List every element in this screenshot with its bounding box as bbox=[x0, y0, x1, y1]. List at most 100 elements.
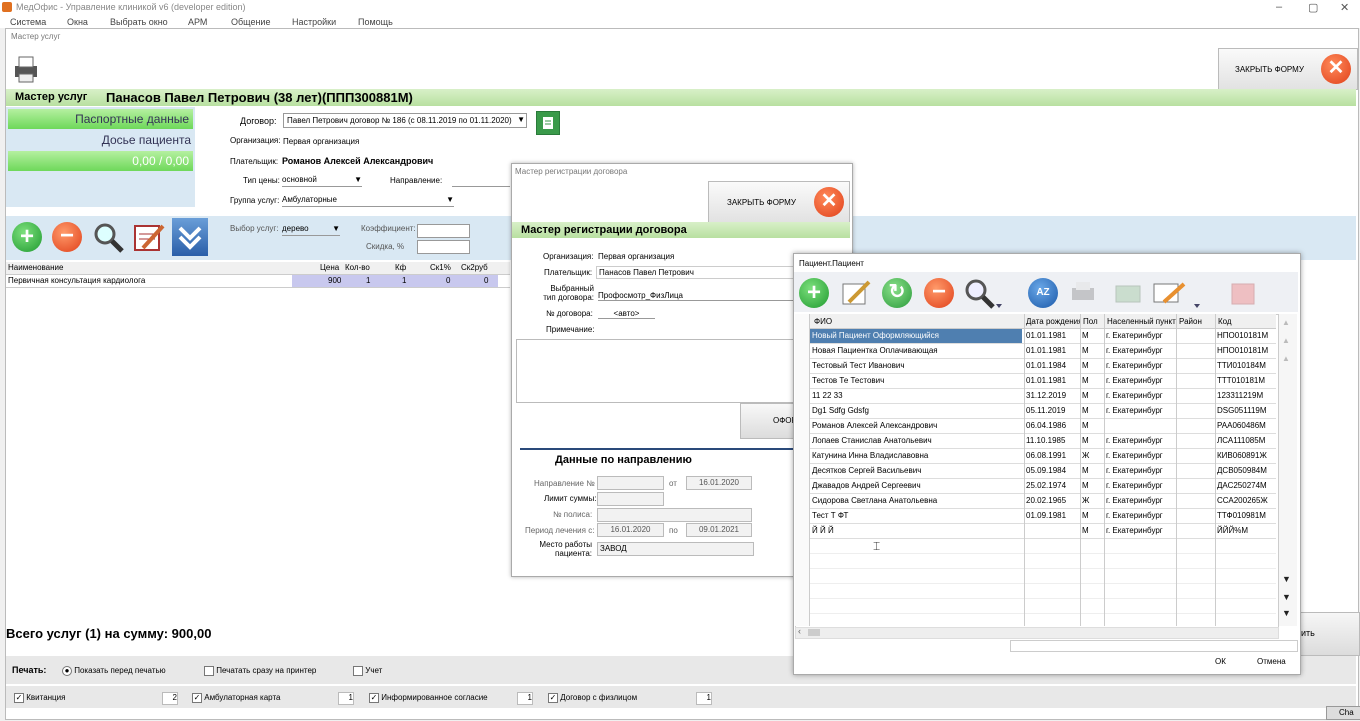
doc-contract[interactable]: ✓ Договор с физлицом bbox=[548, 693, 637, 703]
menu-item-system[interactable]: Система bbox=[10, 17, 46, 27]
menu-item-windows[interactable]: Окна bbox=[67, 17, 88, 27]
patient-row[interactable]: Тестовый Тест Иванович 01.01.1984 Мг. Екат… bbox=[810, 359, 1276, 374]
contract-issue-button[interactable]: ОФОР bbox=[740, 403, 798, 439]
scroll-bottom-icon[interactable]: ▼ bbox=[1282, 608, 1291, 618]
contract-number-field[interactable]: <авто> bbox=[598, 309, 655, 319]
policy-field[interactable] bbox=[597, 508, 752, 522]
chat-corner-tab[interactable]: Cha bbox=[1326, 706, 1360, 720]
passport-data-button[interactable]: Паспортные данные bbox=[8, 109, 193, 129]
table-row[interactable]: Первичная консультация кардиолога 900 1 … bbox=[6, 275, 510, 288]
edit-icon[interactable] bbox=[839, 276, 873, 310]
col-code[interactable]: Код bbox=[1218, 317, 1232, 326]
delete-patient-button[interactable]: − bbox=[924, 278, 954, 308]
patient-row[interactable]: Десятков Сергей Васильевич 05.09.1984 Мг. … bbox=[810, 464, 1276, 479]
maximize-icon[interactable]: ▢ bbox=[1308, 1, 1318, 14]
menu-item-help[interactable]: Помощь bbox=[358, 17, 393, 27]
show-before-print-option[interactable]: ● Показать перед печатью bbox=[62, 666, 166, 676]
add-patient-button[interactable]: + bbox=[799, 278, 829, 308]
add-service-button[interactable]: + bbox=[12, 222, 42, 252]
menu-item-settings[interactable]: Настройки bbox=[292, 17, 336, 27]
accounting-option[interactable]: Учет bbox=[353, 666, 382, 676]
dir-date-field[interactable]: 16.01.2020 bbox=[686, 476, 752, 490]
patient-row[interactable]: Романов Алексей Александрович 06.04.1986 М… bbox=[810, 419, 1276, 434]
ok-button[interactable]: ОК bbox=[1215, 657, 1226, 666]
col-district[interactable]: Район bbox=[1179, 317, 1202, 326]
doc-outpatient-card-count[interactable]: 1 bbox=[338, 692, 354, 705]
doc-informed-consent-count[interactable]: 1 bbox=[517, 692, 533, 705]
scroll-down-icon[interactable]: ▼ bbox=[1282, 574, 1291, 584]
service-choice-select[interactable]: дерево ▼ bbox=[282, 224, 340, 236]
menu-item-select-window[interactable]: Выбрать окно bbox=[110, 17, 168, 27]
contract-dialog-header: Мастер регистрации договора bbox=[521, 224, 687, 236]
patient-cell-sex: М bbox=[1082, 526, 1089, 535]
col-sex[interactable]: Пол bbox=[1083, 317, 1098, 326]
contract-close-form-button[interactable]: ЗАКРЫТЬ ФОРМУ ✕ bbox=[708, 181, 850, 223]
patient-cell-sex: М bbox=[1082, 466, 1089, 475]
patient-row[interactable]: Катунина Инна Владиславовна 06.08.1991 Жг.… bbox=[810, 449, 1276, 464]
print-directly-option[interactable]: Печатать сразу на принтер bbox=[204, 666, 316, 676]
row-disc1: 0 bbox=[446, 276, 451, 285]
cancel-button[interactable]: Отмена bbox=[1257, 657, 1286, 666]
scroll-up-icon[interactable]: ▲ bbox=[1282, 354, 1290, 363]
doc-receipt-count[interactable]: 2 bbox=[162, 692, 178, 705]
coefficient-input[interactable] bbox=[417, 224, 470, 238]
patient-cell-birthdate bbox=[1024, 524, 1078, 538]
printer-icon[interactable] bbox=[11, 54, 41, 84]
direction-field[interactable] bbox=[452, 186, 510, 187]
contract-note-textarea[interactable] bbox=[516, 339, 796, 403]
patient-row[interactable]: Джавадов Андрей Сергеевич 25.02.1974 Мг. Е… bbox=[810, 479, 1276, 494]
sort-az-icon[interactable]: AZ bbox=[1028, 278, 1058, 308]
contract-type-select[interactable]: Профосмотр_ФизЛица bbox=[598, 291, 796, 301]
doc-outpatient-card[interactable]: ✓ Амбулаторная карта bbox=[192, 693, 280, 703]
menu-item-arm[interactable]: АРМ bbox=[188, 17, 207, 27]
service-group-select[interactable]: Амбулаторные ▼ bbox=[282, 195, 454, 207]
horizontal-scrollbar[interactable]: ‹ bbox=[795, 626, 1279, 639]
patient-row[interactable]: 11 22 33 31.12.2019 Мг. Екатеринбург 123311… bbox=[810, 389, 1276, 404]
discount-input[interactable] bbox=[417, 240, 470, 254]
patient-cell-birthdate: 01.01.1984 bbox=[1026, 361, 1067, 370]
patient-row[interactable]: Сидорова Светлана Анатольевна 20.02.1965 Ж… bbox=[810, 494, 1276, 509]
refresh-icon[interactable]: ↻ bbox=[882, 278, 912, 308]
menu-item-chat[interactable]: Общение bbox=[231, 17, 270, 27]
doc-contract-count[interactable]: 1 bbox=[696, 692, 712, 705]
patient-cell-district bbox=[1176, 434, 1213, 448]
search-icon[interactable] bbox=[91, 220, 125, 254]
col-birthdate[interactable]: Дата рождения bbox=[1026, 317, 1080, 326]
scroll-left-icon[interactable]: ‹ bbox=[798, 626, 801, 636]
patient-row[interactable]: Й Й Й Мг. Екатеринбург ЙЙЙ%М bbox=[810, 524, 1276, 539]
edit-document-icon[interactable] bbox=[131, 220, 167, 254]
doc-receipt[interactable]: ✓ Квитанция bbox=[14, 693, 65, 703]
patient-row[interactable]: Новая Пациентка Оплачивающая 01.01.1981 Мг… bbox=[810, 344, 1276, 359]
search-icon[interactable] bbox=[962, 276, 1002, 310]
dir-no-field[interactable] bbox=[597, 476, 664, 490]
close-icon[interactable]: ✕ bbox=[1340, 1, 1349, 14]
col-fio[interactable]: ФИО bbox=[814, 317, 832, 326]
minimize-icon[interactable]: – bbox=[1276, 1, 1282, 13]
remove-service-button[interactable]: − bbox=[52, 222, 82, 252]
col-city[interactable]: Населенный пункт bbox=[1107, 317, 1176, 326]
patient-row[interactable]: Лопаев Станислав Анатольевич 11.10.1985 Мг… bbox=[810, 434, 1276, 449]
scroll-page-up-icon[interactable]: ▲ bbox=[1282, 336, 1290, 345]
close-form-button[interactable]: ЗАКРЫТЬ ФОРМУ ✕ bbox=[1218, 48, 1358, 90]
price-type-select[interactable]: основной ▼ bbox=[282, 175, 362, 187]
patient-dossier-link[interactable]: Досье пациента bbox=[102, 133, 191, 147]
period-to-field[interactable]: 09.01.2021 bbox=[686, 523, 752, 537]
contract-payer-field[interactable]: Панасов Павел Петрович bbox=[596, 266, 798, 279]
contract-add-icon[interactable] bbox=[536, 111, 560, 135]
scroll-page-down-icon[interactable]: ▼ bbox=[1282, 592, 1291, 602]
expand-down-icon[interactable] bbox=[172, 218, 208, 256]
patient-row[interactable]: Dg1 Sdfg Gdsfg 05.11.2019 Мг. Екатеринбург… bbox=[810, 404, 1276, 419]
checkbox-icon bbox=[353, 666, 363, 676]
contract-select[interactable]: Павел Петрович договор № 186 (с 08.11.20… bbox=[283, 113, 527, 128]
patient-cell-fio: 11 22 33 bbox=[812, 391, 843, 400]
scroll-top-icon[interactable]: ▲ bbox=[1282, 318, 1290, 327]
export-icon[interactable] bbox=[1150, 276, 1206, 310]
scroll-thumb[interactable] bbox=[808, 629, 820, 636]
limit-field[interactable] bbox=[597, 492, 664, 506]
doc-informed-consent[interactable]: ✓ Информированное согласие bbox=[369, 693, 488, 703]
workplace-field[interactable]: ЗАВОД bbox=[597, 542, 754, 556]
patient-row[interactable]: Тестов Те Тестович 01.01.1981 Мг. Екатерин… bbox=[810, 374, 1276, 389]
patient-row[interactable]: Новый Пациент Оформляющийся 01.01.1981 Мг.… bbox=[810, 329, 1276, 344]
patient-row[interactable]: Тест Т ФТ 01.09.1981 Мг. Екатеринбург ТТФ01… bbox=[810, 509, 1276, 524]
period-from-field[interactable]: 16.01.2020 bbox=[597, 523, 664, 537]
